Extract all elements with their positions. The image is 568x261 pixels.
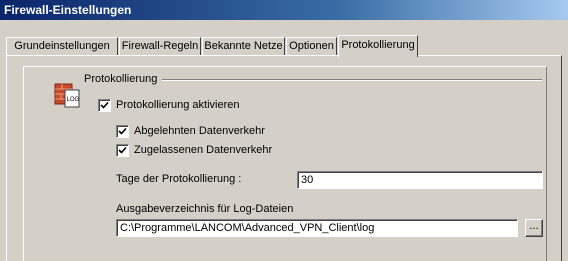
check-icon bbox=[118, 127, 127, 135]
check-icon bbox=[118, 146, 127, 154]
rejected-traffic-label: Abgelehnten Datenverkehr bbox=[134, 125, 265, 137]
firewall-settings-window: Firewall-Einstellungen Grundeinstellunge… bbox=[0, 0, 568, 261]
allowed-traffic-checkbox[interactable]: Zugelassenen Datenverkehr bbox=[116, 143, 272, 157]
enable-logging-label: Protokollierung aktivieren bbox=[116, 99, 240, 111]
days-label: Tage der Protokollierung : bbox=[116, 173, 242, 185]
tab-optionen[interactable]: Optionen bbox=[286, 37, 337, 55]
allowed-traffic-check[interactable] bbox=[116, 143, 129, 157]
tab-grundeinstellungen[interactable]: Grundeinstellungen bbox=[6, 37, 118, 55]
tab-bekannte-netze[interactable]: Bekannte Netze bbox=[202, 37, 285, 55]
group-label-protokollierung: Protokollierung bbox=[84, 73, 158, 85]
group-divider bbox=[162, 79, 542, 81]
check-icon bbox=[100, 101, 109, 109]
rejected-traffic-check[interactable] bbox=[116, 124, 129, 138]
log-file-icon: LOG bbox=[52, 80, 82, 110]
tab-protokollierung[interactable]: Protokollierung bbox=[338, 35, 418, 57]
output-directory-input[interactable]: C:\Programme\LANCOM\Advanced_VPN_Client\… bbox=[116, 219, 518, 237]
tab-firewall-regeln[interactable]: Firewall-Regeln bbox=[119, 37, 201, 55]
rejected-traffic-checkbox[interactable]: Abgelehnten Datenverkehr bbox=[116, 124, 265, 138]
days-input[interactable]: 30 bbox=[297, 171, 543, 189]
enable-logging-check[interactable] bbox=[98, 98, 111, 112]
window-title: Firewall-Einstellungen bbox=[0, 0, 568, 20]
allowed-traffic-label: Zugelassenen Datenverkehr bbox=[134, 144, 273, 156]
svg-text:LOG: LOG bbox=[67, 97, 80, 103]
browse-button[interactable]: ... bbox=[525, 219, 543, 237]
output-directory-label: Ausgabeverzeichnis für Log-Dateien bbox=[116, 203, 294, 215]
enable-logging-checkbox[interactable]: Protokollierung aktivieren bbox=[98, 98, 240, 112]
